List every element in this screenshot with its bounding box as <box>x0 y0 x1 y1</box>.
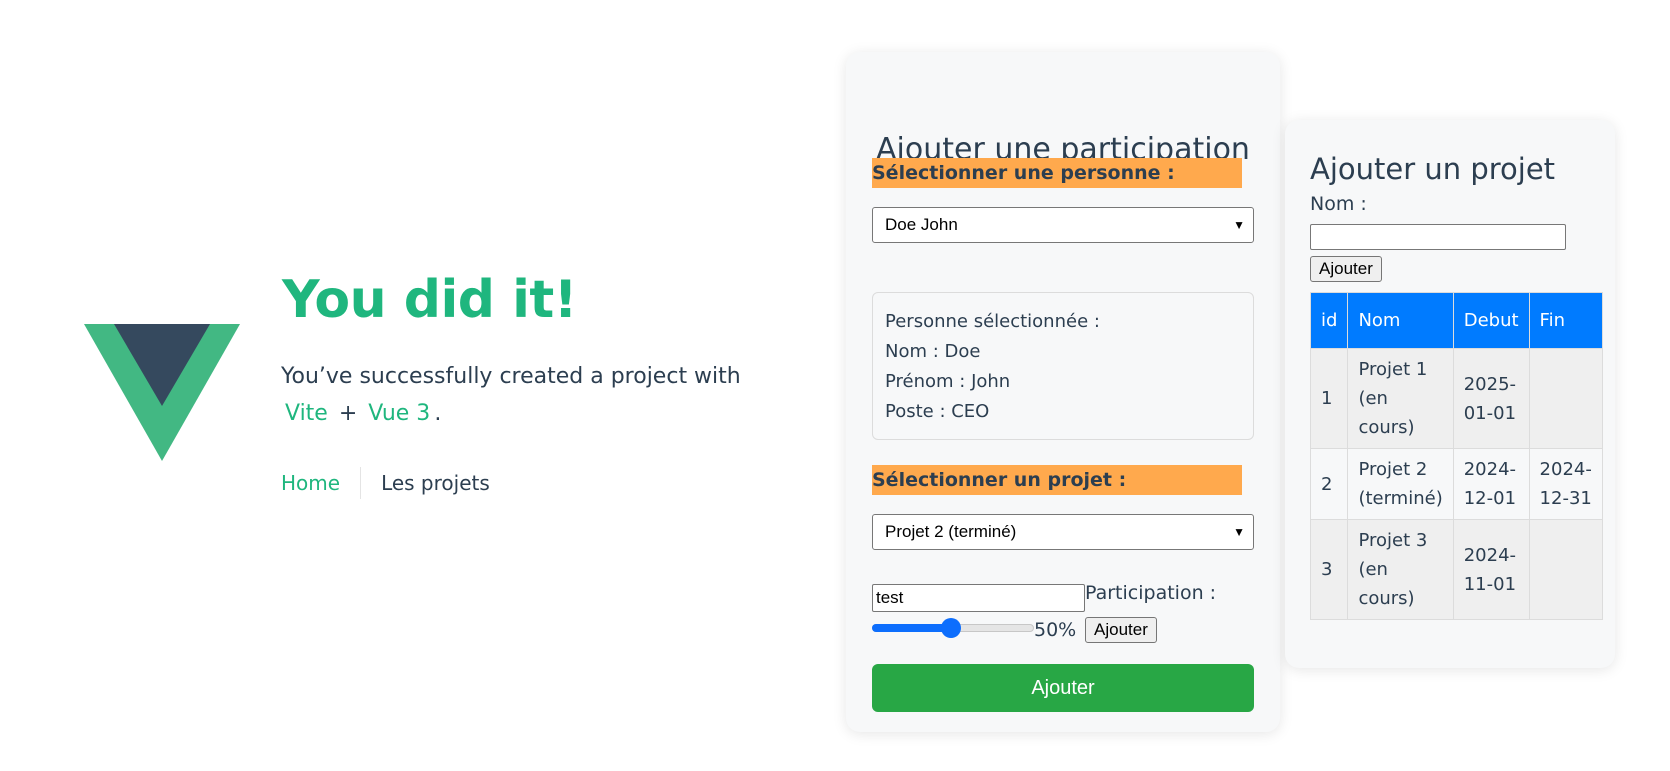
hero-title: You did it! <box>282 270 578 330</box>
vite-link[interactable]: Vite <box>281 401 332 426</box>
table-row: 3 Projet 3 (en cours) 2024-11-01 <box>1309 519 1603 620</box>
vue-link[interactable]: Vue 3 <box>364 401 434 426</box>
table-row: 1 Projet 1 (en cours) 2025-01-01 <box>1309 348 1603 449</box>
projets-table: id Nom Debut Fin 1 Projet 1 (en cours) 2… <box>1309 292 1603 620</box>
cell-id: 2 <box>1309 448 1349 520</box>
cell-fin: 2024-12-31 <box>1528 448 1603 520</box>
selected-person-info: Personne sélectionnée : Nom : Doe Prénom… <box>872 292 1254 440</box>
person-select-value: Doe John <box>885 215 958 234</box>
projet-card: Ajouter un projet Nom : Ajouter id Nom D… <box>1285 120 1615 668</box>
col-id: id <box>1309 292 1349 349</box>
add-projet-button[interactable]: Ajouter <box>1310 256 1382 282</box>
add-participation-small-button[interactable]: Ajouter <box>1085 617 1157 643</box>
hero-subtitle-text: You’ve successfully created a project wi… <box>281 364 741 389</box>
project-select-value: Projet 2 (terminé) <box>885 522 1017 541</box>
cell-nom: Projet 1 (en cours) <box>1347 348 1454 449</box>
cell-fin <box>1528 519 1603 620</box>
cell-id: 1 <box>1309 348 1349 449</box>
vue-logo-icon <box>84 324 240 461</box>
plus-sign: + <box>338 401 358 426</box>
info-heading: Personne sélectionnée : <box>885 311 1100 332</box>
chevron-down-icon: ▼ <box>1233 525 1245 539</box>
slider-thumb[interactable] <box>941 618 961 638</box>
col-debut: Debut <box>1452 292 1530 349</box>
table-header-row: id Nom Debut Fin <box>1309 292 1603 349</box>
info-prenom: Prénom : John <box>885 371 1011 392</box>
nav-home-link[interactable]: Home <box>281 471 360 495</box>
slider-value-text: 50% <box>1034 619 1077 641</box>
period: . <box>434 401 442 426</box>
participation-label: Participation : <box>1085 582 1217 604</box>
table-row: 2 Projet 2 (terminé) 2024-12-01 2024-12-… <box>1309 448 1603 520</box>
projet-title: Ajouter un projet <box>1310 152 1556 186</box>
cell-debut: 2024-11-01 <box>1452 519 1530 620</box>
col-fin: Fin <box>1528 292 1603 349</box>
main-nav: Home Les projets <box>281 466 490 500</box>
add-participation-button[interactable]: Ajouter <box>872 664 1254 712</box>
nav-projets-link[interactable]: Les projets <box>361 471 490 495</box>
participation-slider[interactable] <box>872 618 1034 638</box>
projet-nom-input[interactable] <box>1310 224 1566 250</box>
page: You did it! You’ve successfully created … <box>0 0 1670 771</box>
cell-debut: 2024-12-01 <box>1452 448 1530 520</box>
participation-card: Ajouter une participation Sélectionner u… <box>846 52 1280 732</box>
col-nom: Nom <box>1347 292 1454 349</box>
project-select[interactable]: Projet 2 (terminé) ▼ <box>872 514 1254 550</box>
cell-nom: Projet 2 (terminé) <box>1347 448 1454 520</box>
projet-nom-label: Nom : <box>1310 193 1367 215</box>
info-poste: Poste : CEO <box>885 401 990 422</box>
chevron-down-icon: ▼ <box>1233 218 1245 232</box>
select-person-label: Sélectionner une personne : <box>872 158 1242 188</box>
cell-fin <box>1528 348 1603 449</box>
cell-debut: 2025-01-01 <box>1452 348 1530 449</box>
cell-nom: Projet 3 (en cours) <box>1347 519 1454 620</box>
cell-id: 3 <box>1309 519 1349 620</box>
select-project-label: Sélectionner un projet : <box>872 465 1242 495</box>
person-select[interactable]: Doe John ▼ <box>872 207 1254 243</box>
info-nom: Nom : Doe <box>885 341 981 362</box>
participation-text-input[interactable]: test <box>872 584 1085 612</box>
slider-fill <box>872 624 951 632</box>
hero-subtitle: You’ve successfully created a project wi… <box>281 358 751 432</box>
